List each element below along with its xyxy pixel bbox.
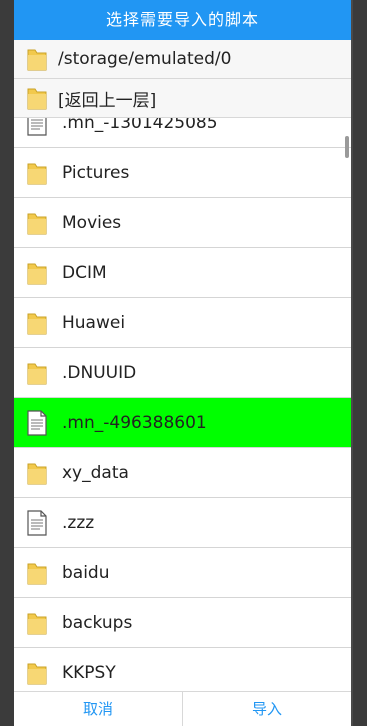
folder-icon (27, 88, 47, 110)
folder-item[interactable]: xy_data (14, 448, 351, 498)
folder-item[interactable]: KKPSY (14, 648, 351, 692)
folder-icon (27, 463, 47, 484)
folder-item[interactable]: Movies (14, 198, 351, 248)
item-name: .mn_-1301425085 (62, 118, 218, 133)
file-list[interactable]: .mn_-1301425085 Pictures Movies DCIM Huawei.… (14, 118, 351, 692)
item-name: Pictures (62, 162, 130, 183)
folder-item[interactable]: DCIM (14, 248, 351, 298)
folder-icon (27, 563, 47, 584)
back-to-parent-row[interactable]: [返回上一层] (14, 79, 351, 118)
item-name: xy_data (62, 462, 129, 483)
item-name: backups (62, 612, 133, 633)
item-name: .DNUUID (62, 362, 137, 383)
folder-item[interactable]: backups (14, 598, 351, 648)
dialog-title: 选择需要导入的脚本 (14, 0, 351, 40)
folder-item[interactable]: Pictures (14, 148, 351, 198)
folder-item[interactable]: Huawei (14, 298, 351, 348)
folder-icon (27, 663, 47, 684)
folder-icon (27, 163, 47, 184)
back-label: [返回上一层] (58, 90, 157, 111)
file-icon (27, 118, 47, 136)
item-name: .zzz (62, 512, 95, 533)
import-script-dialog: 选择需要导入的脚本 /storage/emulated/0 [返回上一层] .m… (14, 0, 351, 726)
import-button[interactable]: 导入 (183, 692, 351, 726)
folder-icon (27, 49, 47, 71)
folder-icon (27, 363, 47, 384)
file-icon (27, 509, 47, 536)
cancel-button[interactable]: 取消 (14, 692, 182, 726)
folder-icon (27, 313, 47, 334)
list-scrollbar[interactable] (345, 136, 349, 158)
item-name: Huawei (62, 312, 126, 333)
item-name: KKPSY (62, 662, 116, 683)
file-icon (27, 409, 47, 436)
item-name: Movies (62, 212, 122, 233)
background-app-left (0, 0, 14, 726)
item-name: baidu (62, 562, 110, 583)
background-app-right (353, 0, 367, 726)
folder-item[interactable]: .DNUUID (14, 348, 351, 398)
item-name: DCIM (62, 262, 107, 283)
dialog-footer: 取消 导入 (14, 691, 351, 726)
folder-icon (27, 263, 47, 284)
folder-icon (27, 613, 47, 634)
item-name: .mn_-496388601 (62, 412, 207, 433)
file-item[interactable]: .mn_-496388601 (14, 398, 351, 448)
folder-item[interactable]: baidu (14, 548, 351, 598)
file-item[interactable]: .mn_-1301425085 (14, 118, 351, 148)
file-item[interactable]: .zzz (14, 498, 351, 548)
current-path-row: /storage/emulated/0 (14, 40, 351, 79)
folder-icon (27, 213, 47, 234)
current-path: /storage/emulated/0 (58, 49, 232, 69)
